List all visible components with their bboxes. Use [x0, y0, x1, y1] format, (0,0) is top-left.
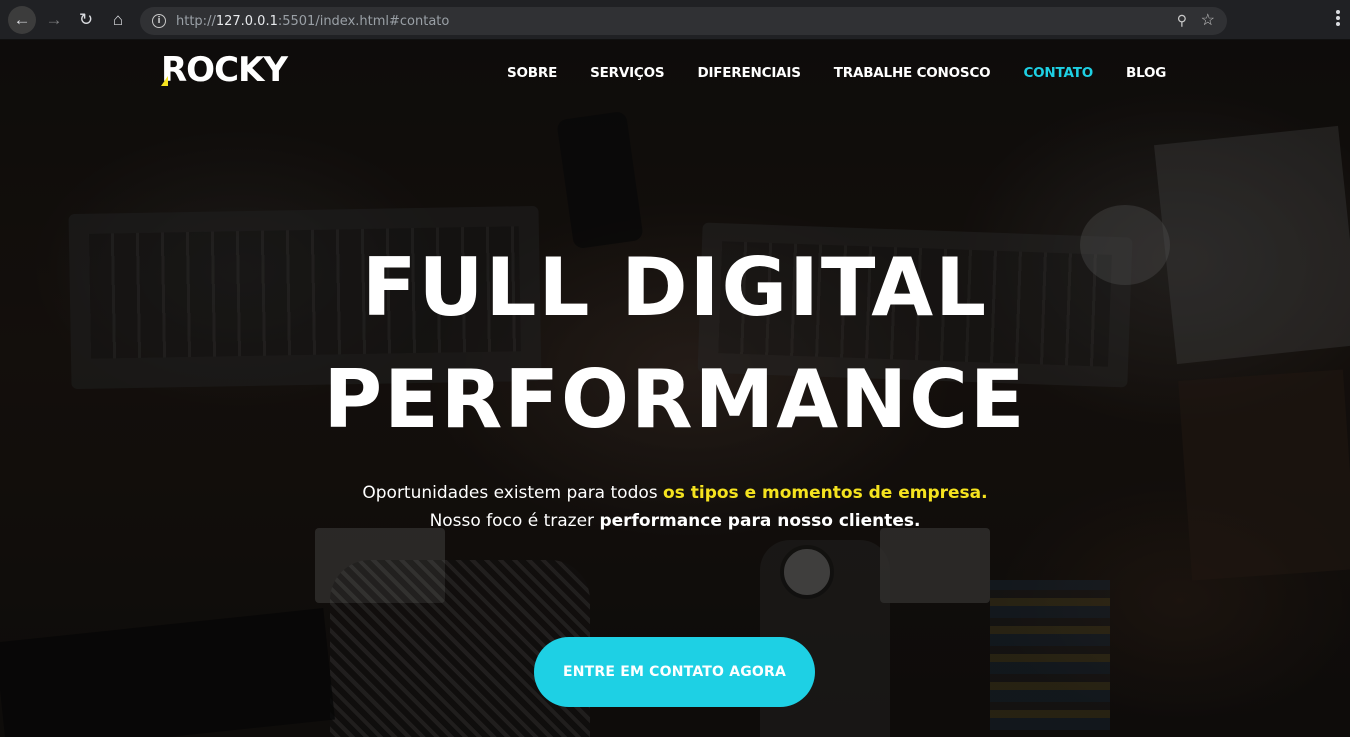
url-host: 127.0.0.1: [215, 13, 278, 29]
subtitle-bold: performance para nosso clientes.: [599, 511, 921, 531]
nav-link-trabalhe-conosco[interactable]: TRABALHE CONOSCO: [834, 65, 991, 81]
site-logo[interactable]: ROCKY: [161, 50, 288, 90]
url-scheme: http://: [176, 13, 216, 29]
star-icon[interactable]: ☆: [1201, 10, 1215, 30]
nav-link-diferenciais[interactable]: DIFERENCIAIS: [697, 65, 801, 81]
forward-arrow-icon[interactable]: →: [40, 6, 68, 34]
nav-link-servicos[interactable]: SERVIÇOS: [590, 65, 665, 81]
subtitle-line-2: Nosso foco é trazer performance para nos…: [0, 507, 1350, 535]
info-icon[interactable]: i: [152, 14, 166, 28]
headline-line-1: FULL DIGITAL: [361, 241, 989, 334]
logo-accent: [161, 76, 168, 86]
nav-link-sobre[interactable]: SOBRE: [507, 65, 557, 81]
home-icon[interactable]: ⌂: [104, 6, 132, 34]
nav-link-contato[interactable]: CONTATO: [1023, 65, 1093, 81]
subtitle-highlight: os tipos e momentos de empresa.: [663, 483, 988, 503]
browser-toolbar: ← → ↻ ⌂ i http://127.0.0.1:5501/index.ht…: [0, 0, 1350, 40]
logo-text: ROCKY: [161, 50, 288, 90]
url-text[interactable]: http://127.0.0.1:5501/index.html#contato: [176, 14, 449, 29]
address-bar[interactable]: i http://127.0.0.1:5501/index.html#conta…: [140, 7, 1227, 35]
main-nav: SOBRE SERVIÇOS DIFERENCIAIS TRABALHE CON…: [507, 65, 1166, 81]
nav-link-blog[interactable]: BLOG: [1126, 65, 1166, 81]
hero-section: ROCKY SOBRE SERVIÇOS DIFERENCIAIS TRABAL…: [0, 40, 1350, 737]
zoom-icon[interactable]: ⚲: [1177, 12, 1187, 29]
subtitle-text: Oportunidades existem para todos: [362, 483, 664, 503]
contact-cta-button[interactable]: ENTRE EM CONTATO AGORA: [534, 637, 815, 707]
subtitle-line-1: Oportunidades existem para todos os tipo…: [0, 479, 1350, 507]
headline-line-2: PERFORMANCE: [323, 353, 1027, 446]
subtitle-text-2: Nosso foco é trazer: [429, 511, 600, 531]
reload-icon[interactable]: ↻: [72, 6, 100, 34]
url-path: :5501/index.html#contato: [277, 13, 450, 29]
kebab-menu-icon[interactable]: [1332, 10, 1344, 28]
back-arrow-icon[interactable]: ←: [8, 5, 36, 34]
